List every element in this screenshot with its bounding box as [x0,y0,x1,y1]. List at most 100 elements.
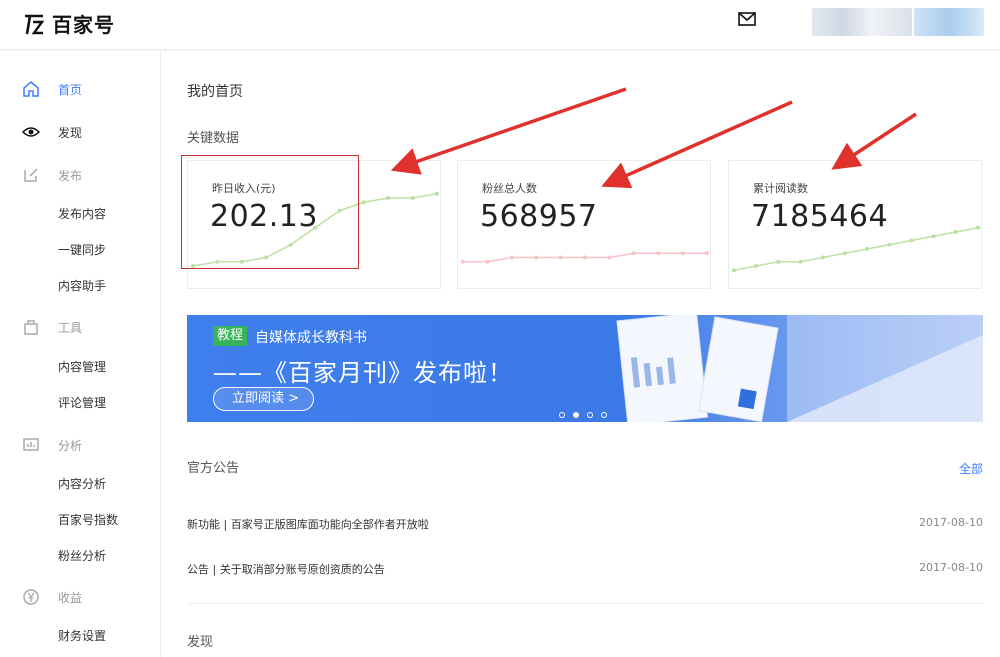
trend-point [361,200,366,205]
sidebar-item-label: 内容管理 [58,359,107,374]
notice-more-link[interactable]: 全部 [959,460,983,477]
trend-point [680,251,685,256]
trend-point [798,259,803,264]
sidebar-item-label: 评论管理 [58,395,107,410]
sidebar-item-home[interactable]: 首页 [0,71,160,107]
sidebar-item-content-analysis[interactable]: 内容分析 [0,465,160,501]
sidebar-item-content-manage[interactable]: 内容管理 [0,348,160,384]
trend-point [656,251,661,256]
sidebar-item-label: 一键同步 [58,242,107,257]
trend-point [509,255,514,260]
notice-row[interactable]: 公告 | 关于取消部分账号原创资质的公告 2017-08-10 [187,561,983,581]
trend-point [191,264,195,268]
sidebar-item-label: 内容分析 [58,476,107,491]
trend-point [732,268,736,273]
trend-point [435,191,439,196]
sidebar-item-publish-content[interactable]: 发布内容 [0,195,160,231]
sidebar: 首页 发现 发布 发布内容 一键同步 内容助手 工具 内容管理 评论管理 分析 … [0,51,161,657]
sidebar-group-publish: 发布 [0,157,160,193]
stat-label: 粉丝总人数 [482,182,537,195]
trend-point [754,264,759,268]
notice-text[interactable]: 公告 | 关于取消部分账号原创资质的公告 [187,563,385,576]
stat-card-reads[interactable]: 累计阅读数 7185464 [728,160,982,289]
sidebar-item-label: 内容助手 [58,278,107,293]
yen-icon [23,589,39,605]
sidebar-group-income: 收益 [0,579,160,615]
banner-tag: 教程 [213,326,248,346]
stat-value: 7185464 [751,199,889,234]
notice-title: 官方公告 [187,461,240,476]
edit-icon [24,168,38,182]
banner-headline: ——《百家月刊》发布啦！ [213,359,513,387]
sidebar-item-sync[interactable]: 一键同步 [0,231,160,267]
banner-read-button[interactable]: 立即阅读 > [213,387,314,411]
key-data-title: 关键数据 [187,131,240,146]
sidebar-item-fans-analysis[interactable]: 粉丝分析 [0,537,160,573]
trend-point [976,225,980,230]
promo-banner[interactable]: 教程 自媒体成长教科书 ——《百家月刊》发布啦！ 立即阅读 > [187,315,983,422]
trend-point [631,251,636,256]
bag-icon [24,320,38,335]
stat-value: 202.13 [210,199,318,234]
carousel-dot[interactable] [601,412,607,418]
section-divider [187,603,983,604]
trend-point [931,234,936,239]
notice-text[interactable]: 新功能 | 百家号正版图库面功能向全部作者开放啦 [187,518,429,531]
carousel-dot[interactable] [559,412,565,418]
sidebar-group-analysis: 分析 [0,427,160,463]
trend-point [410,196,415,200]
banner-subtitle: 自媒体成长教科书 [255,330,367,346]
trend-point [534,255,539,260]
sidebar-item-content-assistant[interactable]: 内容助手 [0,267,160,303]
stat-card-fans[interactable]: 粉丝总人数 568957 [457,160,711,289]
sidebar-item-label: 发布内容 [58,206,107,221]
page-title: 我的首页 [187,84,243,100]
chart-icon [23,438,39,451]
top-header: 百家号 [0,0,1000,50]
sidebar-item-bjh-index[interactable]: 百家号指数 [0,501,160,537]
stat-label: 累计阅读数 [753,182,808,195]
trend-point [909,238,914,243]
trend-point [776,259,781,264]
trend-point [386,196,391,200]
sidebar-group-label: 工具 [58,320,83,335]
notice-date: 2017-08-10 [919,561,983,574]
trend-point [865,247,870,251]
notice-row[interactable]: 新功能 | 百家号正版图库面功能向全部作者开放啦 2017-08-10 [187,516,983,536]
logo-text: 百家号 [52,13,115,37]
sidebar-item-comment-manage[interactable]: 评论管理 [0,384,160,420]
trend-point [705,251,709,256]
sidebar-item-discover[interactable]: 发现 [0,114,160,150]
user-name-blurred[interactable] [914,8,984,36]
logo[interactable]: 百家号 [22,9,115,38]
mail-icon[interactable] [738,12,756,26]
stat-value: 568957 [480,199,598,234]
carousel-dot[interactable] [573,412,579,418]
sidebar-item-label: 发现 [58,125,83,140]
sidebar-group-label: 分析 [58,438,83,453]
sidebar-item-label: 首页 [58,82,83,97]
sidebar-item-label: 粉丝分析 [58,548,107,563]
trend-point [583,255,587,260]
stat-card-income[interactable]: 昨日收入(元) 202.13 [187,160,441,289]
discover-title: 发现 [187,635,214,650]
home-icon [23,81,39,97]
eye-icon [22,127,40,137]
sidebar-item-label: 百家号指数 [58,512,119,527]
trend-point [485,259,490,264]
user-avatar-blurred[interactable] [812,8,912,36]
trend-point [337,208,342,213]
sidebar-item-finance-settings[interactable]: 财务设置 [0,617,160,653]
sidebar-item-label: 财务设置 [58,628,107,643]
trend-point [461,259,465,264]
carousel-dots [559,412,607,418]
trend-point [215,259,220,264]
baijiahao-logo-icon [25,14,45,34]
carousel-dot[interactable] [587,412,593,418]
trend-line [733,227,979,271]
sidebar-group-tools: 工具 [0,309,160,345]
trend-point [558,255,563,260]
trend-point [887,242,892,247]
trend-point [820,255,825,260]
trend-point [288,242,293,247]
